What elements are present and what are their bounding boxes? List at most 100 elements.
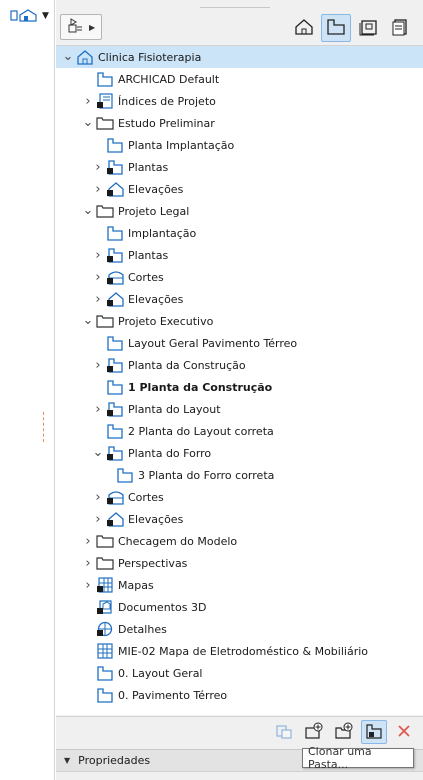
chevron-right-icon[interactable]: › <box>92 270 104 285</box>
plan-view-icon <box>106 225 124 241</box>
map-switcher <box>289 14 415 42</box>
chevron-down-icon[interactable]: ⌄ <box>82 314 94 327</box>
tree-row-label: MIE-02 Mapa de Eletrodoméstico & Mobiliá… <box>118 644 369 658</box>
tree-row-label: Projeto Executivo <box>118 314 214 328</box>
chevron-right-icon[interactable]: › <box>82 578 94 593</box>
tree-row[interactable]: › Plantas <box>56 244 423 266</box>
schedule-grid-icon <box>96 643 114 659</box>
tree-row-label: Perspectivas <box>118 556 188 570</box>
project-map-button[interactable] <box>289 14 319 42</box>
tree-row-label: Clinica Fisioterapia <box>98 50 202 64</box>
chevron-right-icon[interactable]: › <box>92 490 104 505</box>
plan-view-icon <box>106 379 124 395</box>
tree-row[interactable]: Implantação <box>56 222 423 244</box>
chevron-right-icon[interactable]: › <box>92 182 104 197</box>
tree-row[interactable]: ⌄ Projeto Legal <box>56 200 423 222</box>
publisher-sets-button[interactable] <box>385 14 415 42</box>
section-clone-icon <box>106 489 124 505</box>
tree-row[interactable]: Documentos 3D <box>56 596 423 618</box>
tree-row[interactable]: › Elevações <box>56 288 423 310</box>
clone-folder-icon <box>364 722 384 743</box>
plan-clone-icon <box>106 401 124 417</box>
layout-icon <box>358 18 378 39</box>
folder-icon <box>96 203 114 219</box>
tree-row[interactable]: › Checagem do Modelo <box>56 530 423 552</box>
chevron-right-icon[interactable]: › <box>92 292 104 307</box>
tree-row-label: Cortes <box>128 270 164 284</box>
tree-row[interactable]: 2 Planta do Layout correta <box>56 420 423 442</box>
left-side-strip: ▼ <box>0 0 55 780</box>
navigator-toolbar: ▶ <box>56 12 423 44</box>
tree-row-label: Plantas <box>128 248 169 262</box>
tree-row[interactable]: Planta Implantação <box>56 134 423 156</box>
tree-row[interactable]: › Índices de Projeto <box>56 90 423 112</box>
new-view-button[interactable] <box>301 720 327 744</box>
tree-row[interactable]: 1 Planta da Construção <box>56 376 423 398</box>
elevation-clone-icon <box>106 511 124 527</box>
tree-row[interactable]: › Perspectivas <box>56 552 423 574</box>
elevation-clone-icon <box>106 291 124 307</box>
chevron-right-icon[interactable]: › <box>92 160 104 175</box>
detail-icon <box>96 621 114 637</box>
tooltip: Clonar uma Pasta... <box>302 745 414 771</box>
tree-row[interactable]: › Elevações <box>56 508 423 530</box>
project-map-icon <box>67 17 83 37</box>
chevron-right-icon[interactable]: › <box>92 402 104 417</box>
tree-row[interactable]: 3 Planta do Forro correta <box>56 464 423 486</box>
elevation-clone-icon <box>106 181 124 197</box>
tree-row[interactable]: › Plantas <box>56 156 423 178</box>
chevron-down-icon[interactable]: ⌄ <box>82 204 94 217</box>
tree-row-label: 1 Planta da Construção <box>128 380 273 394</box>
chevron-right-icon[interactable]: › <box>92 512 104 527</box>
tree-row[interactable]: › Cortes <box>56 266 423 288</box>
tree-row-label: Elevações <box>128 512 184 526</box>
new-folder-button[interactable] <box>331 720 357 744</box>
chevron-right-icon[interactable]: › <box>82 556 94 571</box>
tree-row-label: Planta da Construção <box>128 358 246 372</box>
layout-book-button[interactable] <box>353 14 383 42</box>
splitter-marker[interactable] <box>43 412 45 442</box>
tree-row[interactable]: › Cortes <box>56 486 423 508</box>
clone-folder-disabled-button[interactable] <box>271 720 297 744</box>
tree-row-label: Cortes <box>128 490 164 504</box>
delete-button[interactable] <box>391 720 417 744</box>
chevron-down-icon[interactable]: ⌄ <box>92 446 104 459</box>
tree-row-label: ARCHICAD Default <box>118 72 220 86</box>
tree-row[interactable]: › Elevações <box>56 178 423 200</box>
navigator-menu-button[interactable]: ▼ <box>4 5 52 27</box>
chevron-down-icon[interactable]: ⌄ <box>82 116 94 129</box>
tree-row[interactable]: ⌄ Projeto Executivo <box>56 310 423 332</box>
tree-row[interactable]: ⌄ Clinica Fisioterapia <box>56 46 423 68</box>
chevron-right-icon[interactable]: › <box>92 248 104 263</box>
tree-row[interactable]: ARCHICAD Default <box>56 68 423 90</box>
chevron-right-icon[interactable]: › <box>82 534 94 549</box>
chevron-right-icon[interactable]: › <box>92 358 104 373</box>
panel-grip[interactable] <box>200 7 270 8</box>
folder-icon <box>96 115 114 131</box>
tree-row[interactable]: Layout Geral Pavimento Térreo <box>56 332 423 354</box>
clone-a-folder-button[interactable] <box>361 720 387 744</box>
project-chooser-button[interactable]: ▶ <box>60 14 102 40</box>
plan-view-icon <box>106 335 124 351</box>
tree-row[interactable]: ⌄ Estudo Preliminar <box>56 112 423 134</box>
plan-clone-icon <box>106 445 124 461</box>
tree-row-label: 3 Planta do Forro correta <box>138 468 275 482</box>
view-map-button[interactable] <box>321 14 351 42</box>
tree-row-label: Checagem do Modelo <box>118 534 238 548</box>
tree-row-label: Índices de Projeto <box>118 94 216 108</box>
folder-icon <box>96 555 114 571</box>
tree-row-label: 0. Layout Geral <box>118 666 203 680</box>
tree-row[interactable]: › Planta do Layout <box>56 398 423 420</box>
tree-row[interactable]: ⌄ Planta do Forro <box>56 442 423 464</box>
tree-row[interactable]: Detalhes <box>56 618 423 640</box>
tree-row[interactable]: 0. Layout Geral <box>56 662 423 684</box>
chevron-right-icon[interactable]: › <box>82 94 94 109</box>
tree-row-label: Implantação <box>128 226 197 240</box>
clone-icon <box>274 722 294 743</box>
chevron-down-icon[interactable]: ⌄ <box>62 50 74 63</box>
tree-row[interactable]: › Mapas <box>56 574 423 596</box>
tree-row[interactable]: 0. Pavimento Térreo <box>56 684 423 706</box>
tree-row[interactable]: MIE-02 Mapa de Eletrodoméstico & Mobiliá… <box>56 640 423 662</box>
tree-row[interactable]: › Planta da Construção <box>56 354 423 376</box>
folder-icon <box>96 313 114 329</box>
